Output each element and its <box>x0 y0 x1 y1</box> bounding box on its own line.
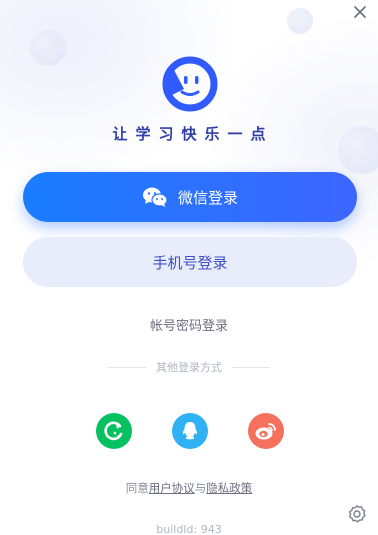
decor-bubble <box>30 30 66 66</box>
green-login-button[interactable] <box>96 413 132 449</box>
phone-login-label: 手机号登录 <box>152 253 228 272</box>
qq-icon <box>182 422 198 440</box>
wechat-login-label: 微信登录 <box>177 188 238 207</box>
weibo-icon <box>255 423 276 440</box>
smile-face-logo-icon <box>162 56 218 112</box>
phone-login-button[interactable]: 手机号登录 <box>23 237 357 287</box>
other-login-title: 其他登录方式 <box>156 361 222 374</box>
agreement-text: 同意用户协议与隐私政策 <box>0 480 378 496</box>
weibo-login-button[interactable] <box>248 413 284 449</box>
agreement-and: 与 <box>194 481 207 495</box>
close-button[interactable] <box>348 0 372 24</box>
divider-line <box>232 366 270 368</box>
settings-button[interactable] <box>346 503 368 525</box>
agreement-prefix: 同意 <box>125 481 149 495</box>
build-id: buildId: 943 <box>156 523 222 535</box>
slogan: 让学习快乐一点 <box>112 125 274 143</box>
qq-login-button[interactable] <box>172 413 208 449</box>
privacy-policy-link[interactable]: 隐私政策 <box>206 481 252 495</box>
decor-bubble <box>287 8 313 34</box>
wechat-icon <box>142 187 168 207</box>
app-logo <box>162 56 218 112</box>
wechat-login-button[interactable]: 微信登录 <box>23 172 357 222</box>
other-login-divider: 其他登录方式 <box>108 359 270 375</box>
divider-line <box>108 366 146 368</box>
close-icon <box>354 6 366 18</box>
account-password-login-link[interactable]: 帐号密码登录 <box>0 315 378 334</box>
user-agreement-link[interactable]: 用户协议 <box>149 481 195 495</box>
refresh-circle-icon <box>104 421 123 441</box>
settings-icon <box>349 505 366 523</box>
